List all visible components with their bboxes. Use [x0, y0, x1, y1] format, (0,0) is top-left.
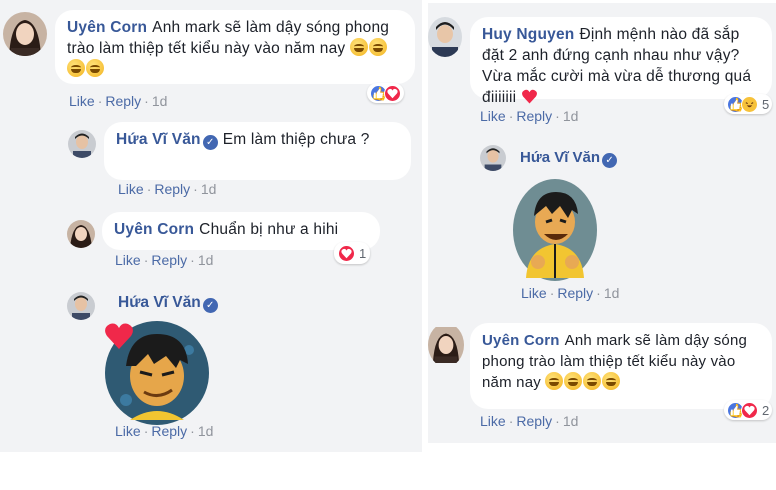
- verified-badge-icon: ✓: [202, 135, 218, 150]
- comment-bubble: Uyên Corn Anh mark sẽ làm dậy sóng phong …: [55, 10, 415, 84]
- reaction-summary[interactable]: [367, 83, 404, 103]
- reaction-count: 1: [359, 245, 367, 261]
- reply-author[interactable]: Hứa Vĩ Văn ✓: [520, 149, 618, 168]
- avatar[interactable]: [67, 292, 95, 320]
- like-link[interactable]: Like: [115, 252, 141, 268]
- verified-badge-icon: ✓: [202, 298, 218, 313]
- reaction-summary[interactable]: 1: [334, 242, 371, 264]
- haha-reaction-icon: [741, 95, 758, 113]
- heart-icon: [521, 89, 537, 104]
- love-reaction-icon: [741, 401, 758, 419]
- comment-actions: Like · Reply · 1d: [480, 108, 579, 124]
- reply-text: Em làm thiệp chưa ?: [222, 131, 370, 148]
- grinning-emoji-icon: [564, 372, 583, 390]
- reply-link[interactable]: Reply: [557, 285, 593, 301]
- grinning-emoji-icon: [368, 38, 387, 56]
- reply-actions: Like · Reply · 1d: [115, 423, 214, 439]
- reply-link[interactable]: Reply: [151, 252, 187, 268]
- grinning-emoji-icon: [545, 372, 564, 390]
- heart-icon: [104, 322, 134, 350]
- reply-actions: Like · Reply · 1d: [118, 181, 217, 197]
- grinning-emoji-icon: [583, 372, 602, 390]
- like-link[interactable]: Like: [118, 181, 144, 197]
- comment-actions: Like · Reply · 1d: [480, 413, 579, 429]
- reaction-summary[interactable]: 5: [724, 94, 773, 114]
- avatar[interactable]: [428, 323, 464, 367]
- grinning-emoji-icon: [67, 59, 85, 77]
- love-reaction-icon: [384, 84, 401, 102]
- avatar[interactable]: [3, 12, 47, 56]
- love-reaction-icon: [338, 244, 355, 262]
- comment-author[interactable]: Uyên Corn: [67, 19, 147, 36]
- reply-author[interactable]: Hứa Vĩ Văn ✓: [118, 294, 218, 313]
- comment-bubble: Uyên Corn Anh mark sẽ làm dậy sóng phong …: [470, 323, 772, 409]
- comment-bubble: Huy Nguyen Định mệnh nào đã sắp đặt 2 anh…: [470, 17, 772, 106]
- timestamp[interactable]: 1d: [198, 423, 214, 439]
- reply-bubble: Hứa Vĩ Văn ✓ Em làm thiệp chưa ?: [104, 122, 411, 180]
- reply-link[interactable]: Reply: [151, 423, 187, 439]
- comment-actions: Like · Reply · 1d: [69, 93, 168, 109]
- like-link[interactable]: Like: [480, 413, 506, 429]
- left-comment-thread: Uyên Corn Anh mark sẽ làm dậy sóng phong …: [0, 0, 422, 452]
- like-link[interactable]: Like: [69, 93, 95, 109]
- avatar[interactable]: [428, 17, 462, 57]
- reply-actions: Like · Reply · 1d: [115, 252, 214, 268]
- verified-badge-icon: ✓: [602, 153, 618, 168]
- comment-author[interactable]: Uyên Corn: [482, 332, 560, 349]
- reply-actions: Like · Reply · 1d: [521, 285, 620, 301]
- emoji-group: [545, 372, 621, 391]
- timestamp[interactable]: 1d: [563, 108, 579, 124]
- timestamp[interactable]: 1d: [201, 181, 217, 197]
- timestamp[interactable]: 1d: [563, 413, 579, 429]
- reply-author[interactable]: Hứa Vĩ Văn ✓: [116, 131, 218, 150]
- comment-author[interactable]: Huy Nguyen: [482, 26, 574, 43]
- reply-link[interactable]: Reply: [516, 413, 552, 429]
- reply-link[interactable]: Reply: [154, 181, 190, 197]
- right-comment-thread: Huy Nguyen Định mệnh nào đã sắp đặt 2 anh…: [428, 3, 776, 443]
- avatar[interactable]: [67, 220, 95, 248]
- reaction-count: 2: [762, 402, 770, 418]
- timestamp[interactable]: 1d: [604, 285, 620, 301]
- cartoon-man-laughing-sticker[interactable]: [512, 178, 598, 282]
- reply-link[interactable]: Reply: [105, 93, 141, 109]
- like-link[interactable]: Like: [115, 423, 141, 439]
- like-link[interactable]: Like: [480, 108, 506, 124]
- like-link[interactable]: Like: [521, 285, 547, 301]
- timestamp[interactable]: 1d: [198, 252, 214, 268]
- reply-author[interactable]: Uyên Corn: [114, 221, 194, 238]
- timestamp[interactable]: 1d: [152, 93, 168, 109]
- grinning-emoji-icon: [86, 59, 104, 77]
- reply-link[interactable]: Reply: [516, 108, 552, 124]
- avatar[interactable]: [68, 130, 96, 158]
- reply-text: Chuẩn bị như a hihi: [199, 221, 339, 238]
- grinning-emoji-icon: [602, 372, 621, 390]
- reaction-summary[interactable]: 2: [724, 400, 773, 420]
- grinning-emoji-icon: [349, 38, 368, 56]
- reaction-count: 5: [762, 96, 770, 112]
- avatar[interactable]: [480, 145, 506, 171]
